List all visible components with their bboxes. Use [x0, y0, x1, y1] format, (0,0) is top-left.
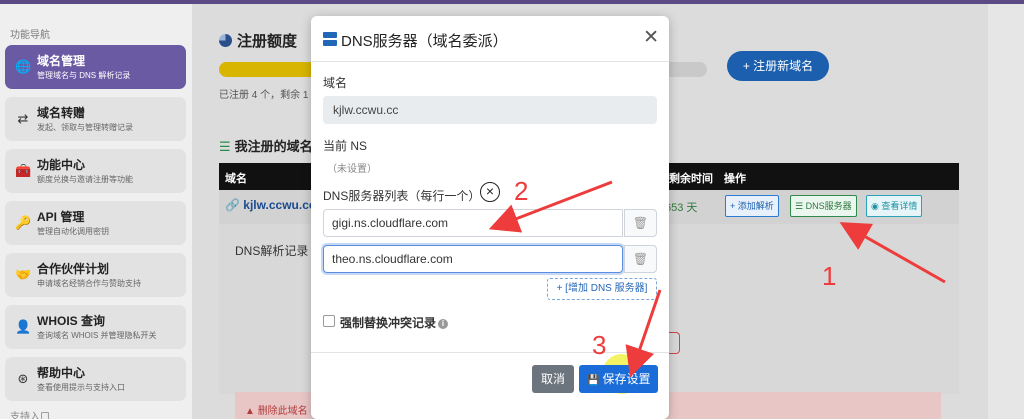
- sidebar-footer[interactable]: 支持入口: [10, 408, 50, 419]
- info-icon[interactable]: i: [438, 319, 449, 329]
- link-icon: 🔗: [225, 198, 244, 212]
- sidebar-item-subtitle: 申请域名经销合作与赞助支持: [37, 279, 141, 288]
- sidebar-item-subtitle: 查询域名 WHOIS 并管理隐私开关: [37, 331, 157, 340]
- key-icon: 🔑: [15, 215, 32, 230]
- modal-header: DNS服务器（域名委派） ✕: [311, 16, 669, 62]
- eye-icon: ◉: [871, 201, 882, 211]
- sidebar-item-subtitle: 管理域名与 DNS 解析记录: [37, 71, 131, 80]
- modal-title: DNS服务器（域名委派）: [341, 33, 508, 50]
- sidebar-item[interactable]: 🌐 域名管理管理域名与 DNS 解析记录: [5, 45, 186, 89]
- trash-icon[interactable]: 🗑: [624, 245, 657, 273]
- view-details-button[interactable]: ◉ 查看详情: [866, 195, 923, 217]
- sidebar-item-subtitle: 查看使用提示与支持入口: [37, 383, 125, 392]
- lifebuoy-icon: ⊛: [17, 371, 29, 386]
- sidebar-item-subtitle: 管理自动化调用密钥: [37, 227, 109, 236]
- my-domains-title: ☰ 我注册的域名: [219, 136, 313, 155]
- pie-chart-icon: [219, 34, 232, 47]
- row-remaining: 653 天: [665, 202, 698, 214]
- quota-title-text: 注册额度: [237, 33, 298, 50]
- header-remaining: 剩余时间: [669, 173, 713, 185]
- ns-input-1[interactable]: gigi.ns.cloudflare.com: [323, 209, 623, 237]
- trash-icon[interactable]: 🗑: [624, 209, 657, 237]
- force-replace-checkbox[interactable]: [323, 315, 335, 327]
- domain-label: 域名: [323, 76, 348, 90]
- domain-readonly-field: kjlw.ccwu.cc: [323, 96, 657, 124]
- close-icon[interactable]: ✕: [643, 28, 659, 47]
- row-domain-link[interactable]: 🔗 kjlw.ccwu.cc: [225, 198, 316, 212]
- toolbox-icon: 🧰: [15, 163, 32, 178]
- add-dns-server-button[interactable]: + [增加 DNS 服务器]: [547, 278, 657, 300]
- sidebar-item[interactable]: 🤝 合作伙伴计划申请域名经销合作与赞助支持: [5, 253, 186, 297]
- quota-title: 注册额度: [219, 30, 297, 51]
- ns-list-label: DNS服务器列表（每行一个）: [323, 189, 481, 203]
- current-ns-value: （未设置）: [327, 164, 377, 175]
- sidebar-title: 功能导航: [10, 30, 50, 41]
- current-ns-label: 当前 NS: [323, 139, 368, 153]
- register-domain-button[interactable]: + 注册新域名: [727, 51, 829, 81]
- server-icon: ☰: [795, 201, 806, 211]
- dns-server-modal: DNS服务器（域名委派） ✕ 域名 kjlw.ccwu.cc 当前 NS （未设…: [311, 16, 669, 419]
- sidebar-item-label: API 管理: [37, 210, 85, 224]
- ns-input-2[interactable]: theo.ns.cloudflare.com: [323, 245, 623, 273]
- warning-icon: ▲: [245, 406, 258, 417]
- force-replace-label: 强制替换冲突记录 i: [340, 314, 449, 331]
- sidebar-item[interactable]: 🔑 API 管理管理自动化调用密钥: [5, 201, 186, 245]
- sidebar-item-label: 合作伙伴计划: [37, 262, 110, 276]
- sidebar-item-label: WHOIS 查询: [37, 314, 105, 328]
- handshake-icon: 🤝: [15, 267, 32, 282]
- dns-records-label: DNS解析记录: [235, 244, 309, 258]
- cancel-button[interactable]: 取消: [532, 365, 574, 393]
- sidebar-item-label: 域名转赠: [37, 106, 86, 120]
- sidebar-item-label: 帮助中心: [37, 366, 86, 380]
- hidden-button-edge: [668, 332, 680, 354]
- sidebar-item[interactable]: 🧰 功能中心额度兑换与邀请注册等功能: [5, 149, 186, 193]
- sidebar-item-subtitle: 发起、领取与管理转赠记录: [37, 123, 133, 132]
- header-actions: 操作: [724, 173, 746, 185]
- user-search-icon: 👤: [15, 319, 32, 334]
- transfer-icon: ⇄: [17, 111, 29, 126]
- sidebar-item-subtitle: 额度兑换与邀请注册等功能: [37, 175, 133, 184]
- add-record-button[interactable]: + 添加解析: [725, 195, 779, 217]
- sidebar-item[interactable]: 👤 WHOIS 查询查询域名 WHOIS 并管理隐私开关: [5, 305, 186, 349]
- sidebar-item[interactable]: ⊛ 帮助中心查看使用提示与支持入口: [5, 357, 186, 401]
- page-right-edge: [988, 4, 1024, 419]
- circle-x-icon: ×: [480, 182, 500, 202]
- dns-servers-button[interactable]: ☰ DNS服务器: [790, 195, 857, 217]
- header-domain: 域名: [225, 173, 247, 185]
- quota-text: 已注册 4 个，剩余 1: [219, 90, 309, 101]
- sidebar-item-label: 域名管理: [37, 54, 86, 68]
- list-icon: ☰: [219, 139, 231, 154]
- my-domains-title-text: 我注册的域名: [234, 139, 313, 154]
- server-icon: [323, 32, 337, 46]
- sidebar-item[interactable]: ⇄ 域名转赠发起、领取与管理转赠记录: [5, 97, 186, 141]
- save-settings-button[interactable]: 💾 保存设置: [579, 365, 658, 393]
- globe-icon: 🌐: [15, 59, 32, 74]
- sidebar-item-label: 功能中心: [37, 158, 86, 172]
- save-icon: 💾: [587, 375, 600, 386]
